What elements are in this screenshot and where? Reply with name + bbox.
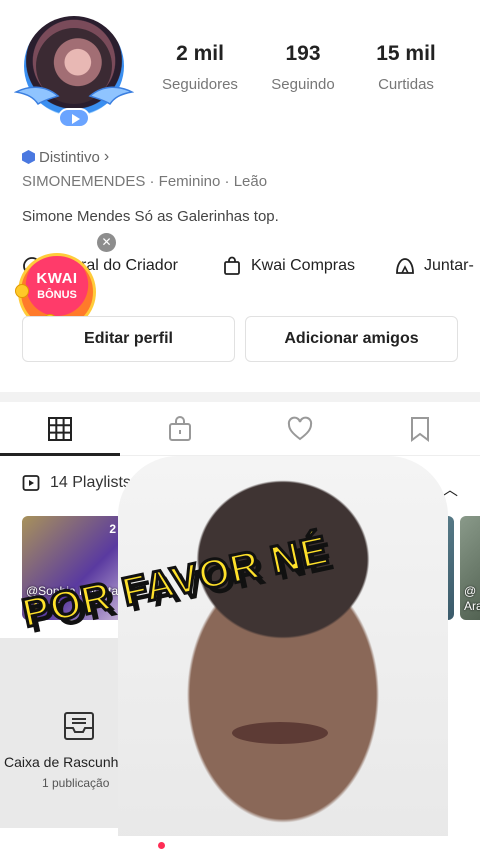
lock-bag-icon[interactable] [166, 415, 194, 443]
grid-icon[interactable] [46, 415, 74, 443]
followers-label: Seguidores [162, 76, 238, 93]
notification-dot [158, 842, 165, 849]
stat-followers[interactable]: 2 mil Seguidores [145, 42, 255, 93]
overlay-face-detail [232, 722, 328, 744]
wing-right-icon [88, 86, 134, 106]
edit-profile-button[interactable]: Editar perfil [22, 316, 235, 362]
join-link[interactable]: Juntar- [395, 256, 474, 276]
playlist-item[interactable]: @ Ara [460, 516, 480, 620]
drafts-title: Caixa de Rascunhos [4, 754, 134, 770]
join-link-label: Juntar- [424, 257, 474, 274]
content-tabs [0, 402, 480, 456]
following-count: 193 [285, 42, 321, 65]
chevron-right-icon: › [103, 148, 110, 165]
profile-bio: Simone Mendes Só as Galerinhas top. [22, 208, 279, 225]
creator-link-label: ral do Criador [81, 257, 178, 274]
drafts-inbox-icon [64, 712, 94, 740]
coin-icon [15, 284, 29, 298]
following-label: Seguindo [271, 76, 335, 93]
badge-hexagon-icon [22, 150, 35, 164]
camera-overlay-video [118, 456, 448, 854]
stat-likes[interactable]: 15 mil Curtidas [351, 42, 461, 93]
likes-label: Curtidas [378, 76, 434, 93]
shop-link-label: Kwai Compras [251, 257, 356, 274]
profile-header: 2 mil Seguidores 193 Seguindo 15 mil Cur… [0, 0, 480, 392]
playlist-count: 2 [109, 522, 116, 536]
playlists-title: 14 Playlists [50, 474, 131, 491]
bookmark-icon[interactable] [406, 415, 434, 443]
bottom-navigation [0, 836, 480, 854]
shopping-bag-icon [224, 256, 240, 275]
playlist-icon [22, 475, 40, 491]
add-friends-button[interactable]: Adicionar amigos [245, 316, 458, 362]
playlist-caption: @ Ara [464, 584, 480, 613]
drafts-subtitle: 1 publicação [42, 776, 110, 790]
kwai-bonus-line1: KWAI [36, 270, 78, 287]
distintivo-label: Distintivo [39, 148, 100, 166]
playlists-header[interactable]: 14 Playlists [22, 474, 131, 492]
followers-count: 2 mil [176, 42, 224, 65]
group-icon [396, 258, 414, 274]
heart-icon[interactable] [286, 415, 314, 443]
profile-meta: SIMONEMENDES · Feminino · Leão [22, 173, 268, 190]
likes-count: 15 mil [376, 42, 436, 65]
kwai-bonus-line2: BÔNUS [37, 289, 77, 301]
distintivo-link[interactable]: Distintivo › [22, 148, 109, 166]
wing-left-icon [14, 86, 60, 106]
kwai-shop-link[interactable]: Kwai Compras [222, 256, 355, 276]
stat-following[interactable]: 193 Seguindo [248, 42, 358, 93]
avatar[interactable] [14, 12, 134, 130]
live-play-icon [58, 108, 90, 128]
close-icon[interactable]: ✕ [97, 233, 116, 252]
